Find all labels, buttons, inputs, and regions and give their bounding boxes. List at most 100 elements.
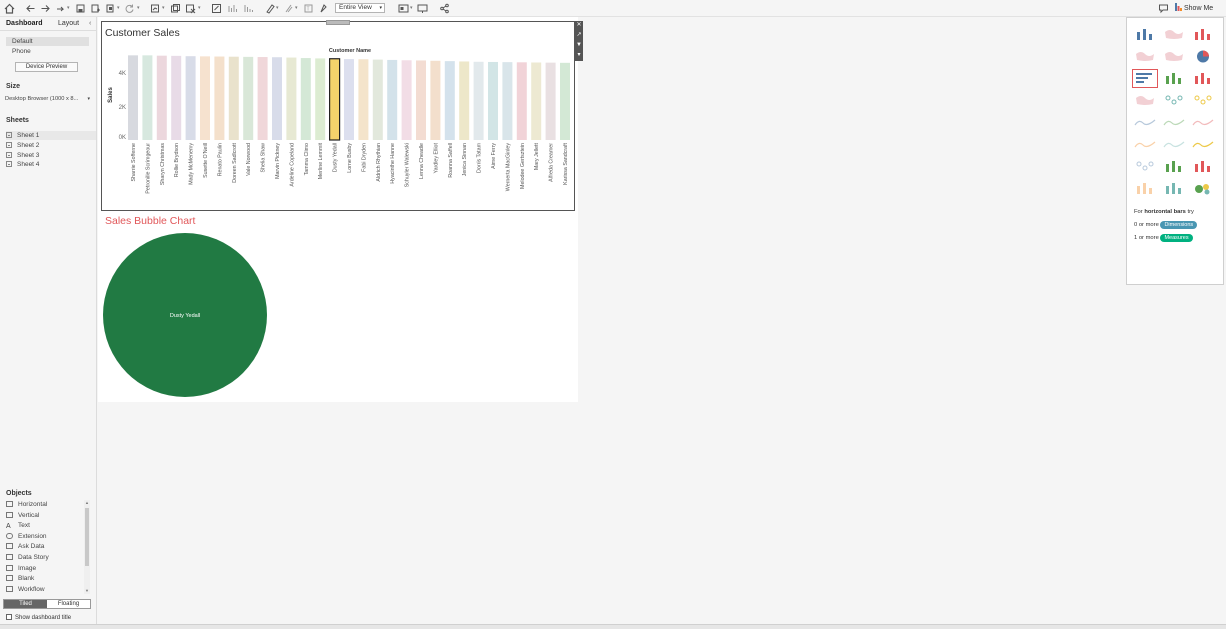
pause-updates-icon[interactable] <box>55 3 66 14</box>
comment-icon[interactable] <box>1158 3 1169 14</box>
bar-hyacinthe-hanne[interactable] <box>387 59 398 140</box>
presentation-icon[interactable] <box>417 3 428 14</box>
highlight-table-icon[interactable] <box>1191 26 1215 43</box>
new-datasource-icon[interactable] <box>90 3 101 14</box>
tab-layout[interactable]: Layout <box>58 20 79 27</box>
bar-lenna-cheadle[interactable] <box>416 60 426 140</box>
label-icon[interactable]: T <box>303 3 314 14</box>
fit-icon[interactable] <box>398 3 409 14</box>
discrete-lines-icon[interactable] <box>1162 114 1186 131</box>
undo-icon[interactable] <box>25 3 36 14</box>
dual-combination-icon[interactable] <box>1191 136 1215 153</box>
pie-chart-icon[interactable] <box>1191 48 1215 65</box>
sheet-item[interactable]: Sheet 3 <box>6 151 96 160</box>
bar-sharrie-sofferne[interactable] <box>128 55 138 141</box>
dual-lines-icon[interactable] <box>1191 114 1215 131</box>
object-workflow[interactable]: Workflow <box>6 585 84 595</box>
side-by-side-bars-icon[interactable] <box>1191 70 1215 87</box>
text-table-icon[interactable] <box>1133 26 1157 43</box>
highlight-icon[interactable] <box>265 3 276 14</box>
side-by-side-circles-icon[interactable] <box>1191 92 1215 109</box>
bar-vale-norwood[interactable] <box>243 56 254 140</box>
bar-shelia-shaw[interactable] <box>257 57 268 140</box>
continuous-lines-icon[interactable] <box>1133 114 1157 131</box>
bar-lorne-busby[interactable] <box>344 59 354 140</box>
bar-dusty-yedall[interactable] <box>329 58 341 141</box>
bar-marvin-pickney[interactable] <box>272 57 282 140</box>
bar-yardley-elliot[interactable] <box>430 60 441 140</box>
filled-map-icon[interactable] <box>1162 48 1186 65</box>
tiled-button[interactable]: Tiled <box>4 600 47 608</box>
new-sheet-icon[interactable] <box>150 3 161 14</box>
object-extension[interactable]: Extension <box>6 532 84 542</box>
home-icon[interactable] <box>4 3 15 14</box>
drag-handle[interactable] <box>326 20 350 25</box>
bar-doreen-sadlcrott[interactable] <box>228 56 239 141</box>
bar-merline-lemmit[interactable] <box>315 58 326 140</box>
treemap-icon[interactable] <box>1133 92 1157 109</box>
bar-wernerta-macginley[interactable] <box>502 62 513 140</box>
new-worksheet-icon[interactable] <box>105 3 116 14</box>
bar-aldrich-rhythian[interactable] <box>372 59 383 141</box>
object-image[interactable]: Image <box>6 564 84 574</box>
object-text[interactable]: A Text <box>6 521 84 531</box>
bar-tamma-climo[interactable] <box>300 58 311 140</box>
circle-views-icon[interactable] <box>1162 92 1186 109</box>
bar-fabi-dryden[interactable] <box>358 59 369 140</box>
bar-jenica-sinnan[interactable] <box>459 61 470 140</box>
group-icon[interactable] <box>283 3 294 14</box>
bar-melodee-gertsztein[interactable] <box>516 62 527 140</box>
box-and-whisker-icon[interactable] <box>1191 158 1215 175</box>
fix-axes-icon[interactable] <box>318 3 329 14</box>
stacked-bars-icon[interactable] <box>1162 70 1186 87</box>
swap-icon[interactable] <box>211 3 222 14</box>
floating-button[interactable]: Floating <box>47 600 90 608</box>
refresh-icon[interactable] <box>124 3 135 14</box>
objects-scrollbar[interactable]: ▲ ▼ <box>84 500 90 594</box>
bar-sharyn-christmas[interactable] <box>156 55 167 140</box>
more-options-icon[interactable]: ▾ <box>575 51 583 59</box>
device-default[interactable]: Default <box>6 37 89 46</box>
sort-desc-icon[interactable] <box>243 3 254 14</box>
sort-asc-icon[interactable] <box>227 3 238 14</box>
clear-icon[interactable] <box>185 3 196 14</box>
filter-icon[interactable]: ▼ <box>575 41 583 49</box>
sheet-item[interactable]: Sheet 4 <box>6 160 96 169</box>
bar-aime-ferry[interactable] <box>488 61 498 140</box>
device-phone[interactable]: Phone <box>6 47 89 56</box>
bar-roanna-saffell[interactable] <box>444 61 455 140</box>
redo-icon[interactable] <box>40 3 51 14</box>
go-to-sheet-icon[interactable]: ↗ <box>575 31 583 39</box>
object-blank[interactable]: Blank <box>6 574 84 584</box>
histogram-icon[interactable] <box>1162 158 1186 175</box>
show-dashboard-title-checkbox[interactable]: Show dashboard title <box>6 614 71 621</box>
bar-ardeline-copeland[interactable] <box>286 57 297 140</box>
gantt-chart-icon[interactable] <box>1133 180 1157 197</box>
fit-dropdown[interactable]: Entire View ▾ <box>335 3 385 13</box>
duplicate-icon[interactable] <box>170 3 181 14</box>
bar-renato-paulin[interactable] <box>214 56 225 140</box>
bar-alfreda-creamer[interactable] <box>545 62 556 140</box>
symbol-map-icon[interactable] <box>1133 48 1157 65</box>
scatter-plot-icon[interactable] <box>1133 158 1157 175</box>
bar-dorris-tatam[interactable] <box>473 61 484 140</box>
remove-icon[interactable]: ✕ <box>575 21 583 29</box>
bar-susette-o-neill[interactable] <box>200 56 210 140</box>
object-data-story[interactable]: Data Story <box>6 553 84 563</box>
device-preview-button[interactable]: Device Preview <box>15 62 78 72</box>
size-dropdown[interactable]: Desktop Browser (1000 x 8... ▾ <box>5 94 91 104</box>
save-icon[interactable] <box>75 3 86 14</box>
object-ask-data[interactable]: Ask Data <box>6 542 84 552</box>
collapse-panel-icon[interactable]: ‹ <box>89 20 91 27</box>
bar-karissa-sandcraft[interactable] <box>560 62 570 140</box>
scroll-up-icon[interactable]: ▲ <box>84 500 90 505</box>
bullet-graph-icon[interactable] <box>1162 180 1186 197</box>
tab-dashboard[interactable]: Dashboard <box>6 20 43 27</box>
object-vertical[interactable]: Vertical <box>6 511 84 521</box>
bar-petronille-scrimgeour[interactable] <box>142 55 153 141</box>
bar-mady-mcmenemy[interactable] <box>185 56 196 140</box>
bar-rollie-brydson[interactable] <box>171 55 182 140</box>
sheet-item[interactable]: Sheet 2 <box>6 141 96 150</box>
bar-schuyler-walewski[interactable] <box>401 60 412 140</box>
horizontal-bars-icon[interactable] <box>1132 69 1158 88</box>
